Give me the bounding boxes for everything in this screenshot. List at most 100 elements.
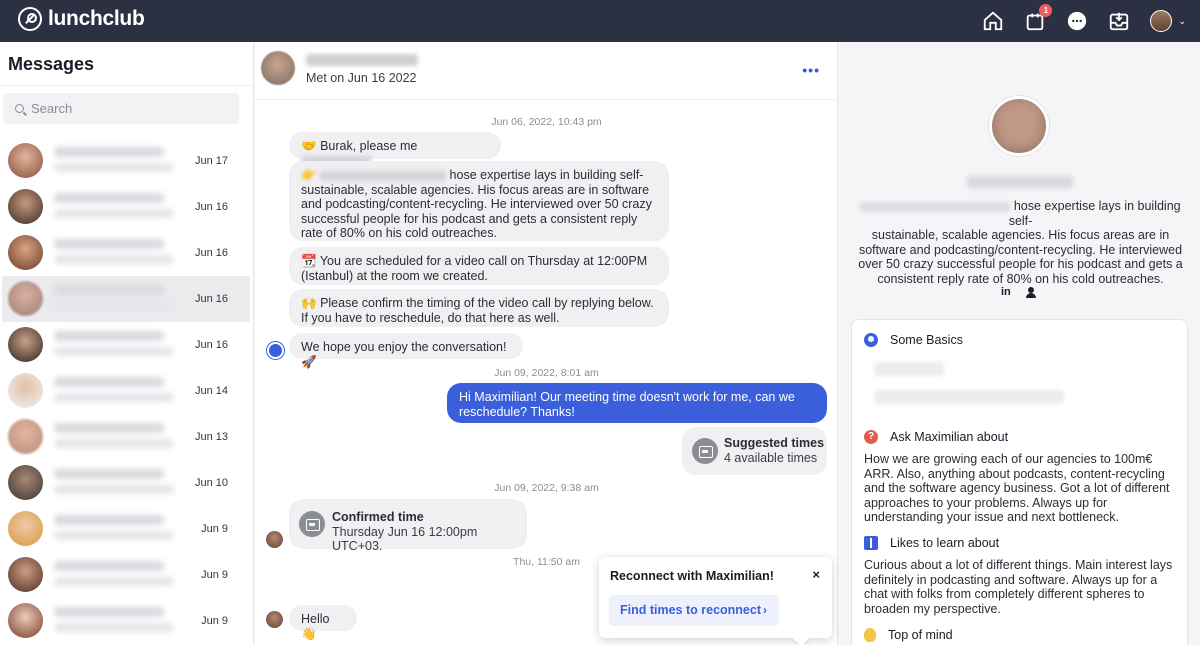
more-options-icon[interactable]: ••• [802, 62, 820, 78]
message-bubble: 📆 You are scheduled for a video call on … [289, 247, 669, 285]
message-text: We hope you enjoy the conversation! [301, 340, 507, 354]
lunchclub-bot-avatar [267, 342, 284, 359]
avatar [8, 189, 43, 224]
reconnect-popup: Reconnect with Maximilian! × Find times … [599, 557, 832, 638]
conversation-date: Jun 9 [201, 523, 228, 535]
blurred-preview [54, 163, 174, 172]
find-times-label: Find times to reconnect [620, 603, 761, 617]
profile-name-blurred [967, 176, 1073, 188]
lunchclub-logo-icon [18, 7, 42, 31]
message-bubble: 🤝 Burak, please me [289, 132, 501, 167]
chevron-right-icon: › [763, 603, 767, 617]
profile-details-card: Some Basics ? Ask Maximilian about How w… [851, 319, 1188, 645]
message-bubble: We hope you enjoy the conversation! 🚀 [289, 333, 523, 368]
blurred-name [54, 193, 164, 203]
conversation-date: Jun 16 [194, 293, 228, 305]
blurred-text [320, 170, 447, 181]
avatar [8, 143, 43, 178]
calendar-icon [692, 438, 718, 464]
confirmed-time-card: Confirmed time Thursday Jun 16 12:00pm U… [289, 499, 527, 553]
profile-avatar [989, 96, 1049, 156]
avatar [8, 373, 43, 408]
conversation-item[interactable]: Jun 16 [2, 230, 250, 276]
confirmed-time-value: Thursday Jun 16 12:00pm UTC+03. [332, 525, 478, 553]
blurred-preview [54, 255, 174, 264]
message-bubble: Hello 👋 [289, 605, 357, 640]
blurred-name [54, 285, 164, 295]
profile-panel: hose expertise lays in building self- su… [839, 42, 1200, 645]
bio-first-line: hose expertise lays in building self- [847, 199, 1194, 228]
logo-text: lunchclub [48, 7, 145, 30]
lunchclub-logo[interactable]: lunchclub [18, 7, 145, 31]
popup-title: Reconnect with Maximilian! [610, 569, 774, 583]
book-icon [864, 536, 878, 550]
timestamp: Jun 06, 2022, 10:43 pm [491, 116, 602, 128]
conversation-item[interactable]: Jun 14 [2, 368, 250, 414]
contact-avatar-small [266, 611, 283, 628]
blurred-preview [54, 439, 174, 448]
calendar-emoji: 📆 [301, 253, 317, 268]
contact-avatar[interactable] [261, 51, 295, 85]
met-date: Met on Jun 16 2022 [306, 71, 417, 85]
bio-text: hose expertise lays in building self- [1008, 199, 1181, 228]
search-input[interactable]: Search [3, 93, 239, 124]
blurred-text [860, 201, 1011, 212]
contact-avatar-small [266, 531, 283, 548]
conversation-item[interactable]: Jun 9 [2, 552, 250, 598]
avatar [8, 281, 43, 316]
conversation-date: Jun 9 [201, 569, 228, 581]
confirmed-time-title: Confirmed time [332, 510, 424, 524]
conversation-date: Jun 16 [194, 201, 228, 213]
avatar [8, 419, 43, 454]
linkedin-icon[interactable]: in [1001, 286, 1011, 298]
conversation-date: Jun 9 [201, 615, 228, 627]
conversation-item[interactable]: Jun 10 [2, 460, 250, 506]
inbox-icon[interactable] [1108, 10, 1130, 32]
conversation-item[interactable]: Jun 13 [2, 414, 250, 460]
notification-badge: 1 [1039, 4, 1053, 17]
learn-text: Curious about a lot of different things.… [864, 558, 1173, 616]
message-text: sustainable, scalable agencies. His focu… [301, 182, 652, 241]
blurred-basic [874, 362, 944, 376]
message-text: Burak, please me [320, 139, 418, 153]
learn-title: Likes to learn about [890, 536, 1000, 550]
person-icon[interactable] [1025, 287, 1036, 298]
ask-title: Ask Maximilian about [890, 430, 1009, 444]
find-times-button[interactable]: Find times to reconnect › [609, 595, 779, 626]
conversation-item[interactable]: Jun 16 [2, 184, 250, 230]
suggested-times-count: 4 available times [724, 451, 818, 465]
message-text: Hello [301, 612, 330, 626]
basics-icon [864, 333, 878, 347]
home-icon[interactable] [982, 10, 1004, 32]
conversation-item-selected[interactable]: Jun 16 [2, 276, 250, 322]
waving-hand-emoji: 👋 [301, 625, 317, 641]
conversation-item[interactable]: Jun 17 [2, 138, 250, 184]
message-text: Hi Maximilian! Our meeting time doesn't … [459, 390, 795, 419]
conversation-date: Jun 14 [194, 385, 228, 397]
blurred-preview [54, 485, 174, 494]
top-nav-bar: lunchclub 1 ⌄ [0, 0, 1200, 42]
messages-sidebar: Messages Search Jun 17 Jun 16 Jun 16 Jun… [0, 42, 254, 645]
close-icon[interactable]: × [812, 567, 820, 582]
chevron-down-icon[interactable]: ⌄ [1178, 16, 1186, 27]
nav-icons: 1 ⌄ [982, 0, 1186, 42]
intro-first-line: 👉 hose expertise lays in building self- [301, 167, 657, 183]
chat-icon[interactable] [1066, 10, 1088, 32]
suggested-times-title: Suggested times [724, 436, 825, 450]
bio-text: sustainable, scalable agencies. His focu… [858, 228, 1183, 286]
conversation-item[interactable]: Jun 9 [2, 506, 250, 552]
conversation-date: Jun 10 [194, 477, 228, 489]
message-text: Please confirm the timing of the video c… [301, 296, 654, 325]
suggested-times-card[interactable]: Suggested times 4 available times [682, 427, 827, 475]
user-avatar[interactable] [1150, 10, 1173, 32]
handshake-emoji: 🤝 [301, 138, 317, 153]
blurred-preview [54, 209, 174, 218]
meetings-icon[interactable]: 1 [1024, 4, 1053, 32]
avatar [8, 603, 43, 638]
mind-section-header: Top of mind [864, 628, 953, 642]
avatar [8, 235, 43, 270]
sidebar-title: Messages [8, 54, 95, 74]
conversation-item[interactable]: Jun 16 [2, 322, 250, 368]
conversation-item[interactable]: Jun 9 [2, 598, 250, 644]
avatar [8, 557, 43, 592]
